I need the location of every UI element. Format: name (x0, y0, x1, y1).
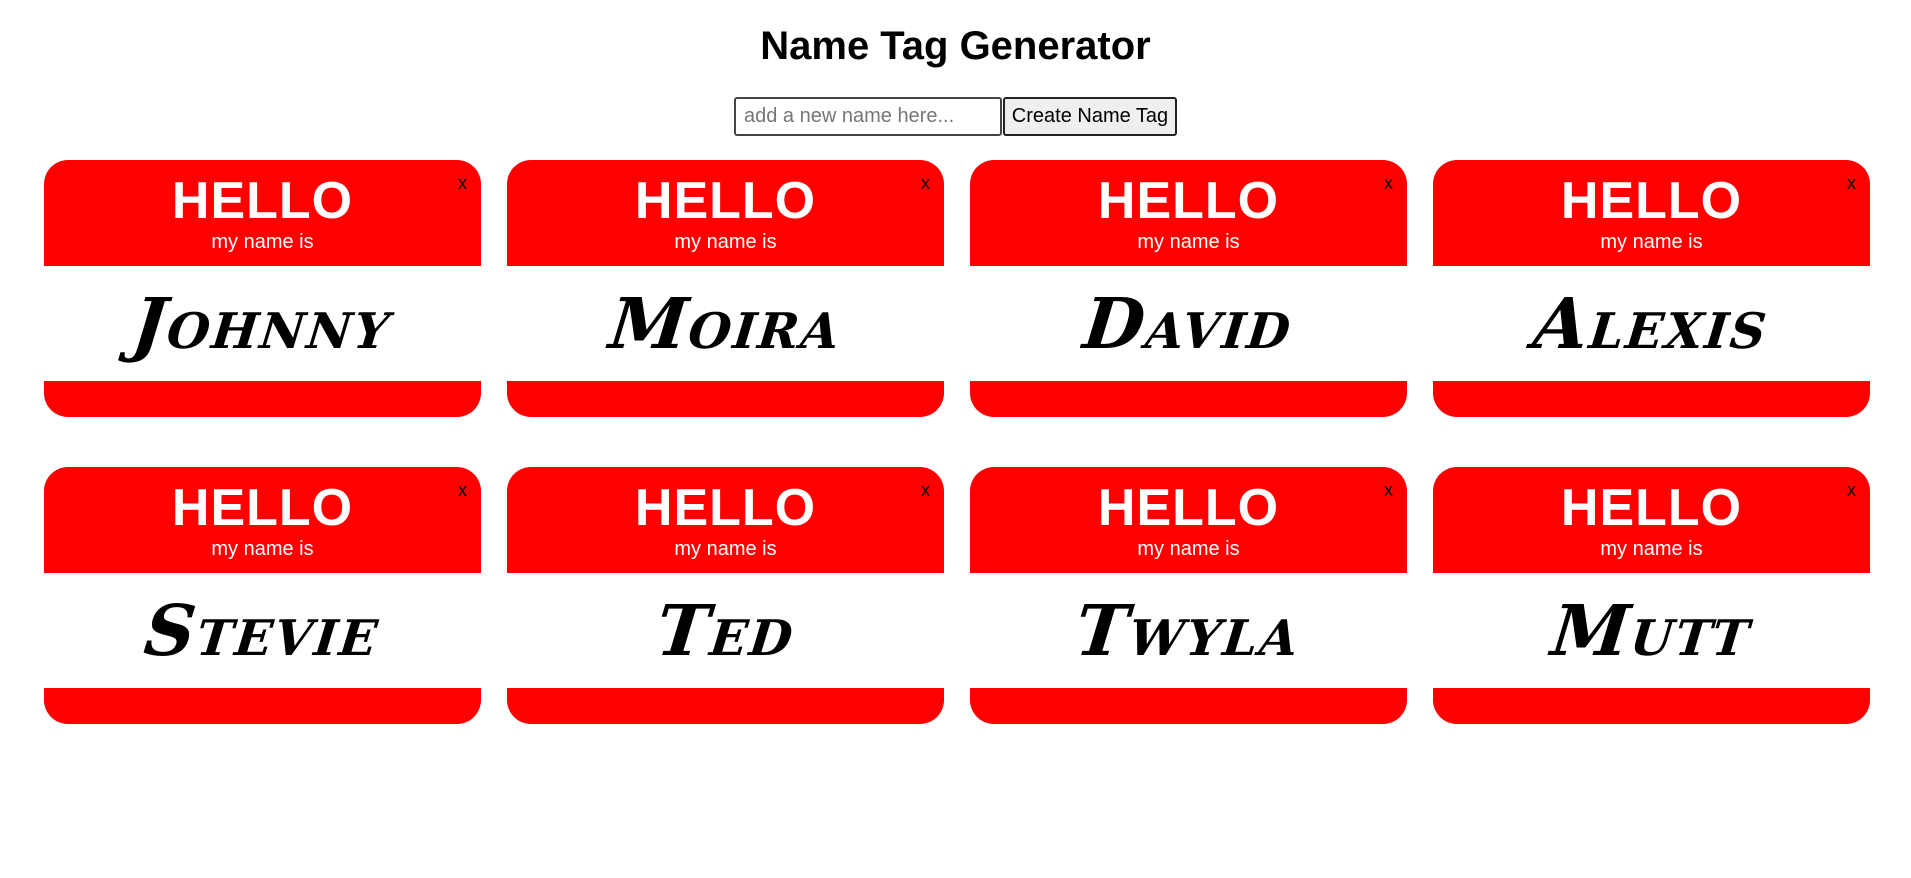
close-icon[interactable]: x (1384, 174, 1393, 192)
name-tag-header: HELLO my name is (507, 467, 944, 573)
name-tag-body: Mutt (1433, 573, 1870, 688)
name-tag-body: Moira (507, 266, 944, 381)
close-icon[interactable]: x (921, 481, 930, 499)
name-tag-name: Stevie (140, 589, 385, 672)
name-tag-body: Twyla (970, 573, 1407, 688)
name-tag-body: Ted (507, 573, 944, 688)
hello-text: HELLO (1560, 172, 1743, 230)
my-name-is-text: my name is (211, 538, 314, 560)
hello-text: HELLO (634, 479, 817, 537)
name-tag: HELLO my name is x Moira (507, 160, 944, 417)
hello-text: HELLO (1097, 172, 1280, 230)
name-tag: HELLO my name is x Johnny (44, 160, 481, 417)
name-tag-header: HELLO my name is (507, 160, 944, 266)
my-name-is-text: my name is (1600, 538, 1703, 560)
my-name-is-text: my name is (674, 538, 777, 560)
name-tag: HELLO my name is x Mutt (1433, 467, 1870, 724)
close-icon[interactable]: x (1384, 481, 1393, 499)
name-tag-name: Twyla (1071, 589, 1306, 672)
name-tag-header: HELLO my name is (1433, 160, 1870, 266)
name-tag-name: Ted (652, 589, 799, 672)
hello-text: HELLO (634, 172, 817, 230)
name-form: Create Name Tag (0, 97, 1911, 136)
name-tag-body: Stevie (44, 573, 481, 688)
create-name-tag-button[interactable]: Create Name Tag (1003, 97, 1177, 136)
name-tag-body: David (970, 266, 1407, 381)
name-tag: HELLO my name is x Twyla (970, 467, 1407, 724)
name-tag-name: Alexis (1529, 282, 1774, 365)
close-icon[interactable]: x (921, 174, 930, 192)
close-icon[interactable]: x (1847, 481, 1856, 499)
name-tag-name: Mutt (1547, 589, 1756, 672)
name-input[interactable] (734, 97, 1002, 136)
name-tag-header: HELLO my name is (44, 467, 481, 573)
page: Name Tag Generator Create Name Tag HELLO… (0, 0, 1911, 878)
name-tag-header: HELLO my name is (44, 160, 481, 266)
my-name-is-text: my name is (1600, 231, 1703, 253)
hello-text: HELLO (171, 172, 354, 230)
name-tag-name: Moira (605, 282, 846, 365)
close-icon[interactable]: x (458, 174, 467, 192)
name-tag-grid: HELLO my name is x Johnny HELLO my name … (44, 160, 1870, 724)
name-tag-name: Johnny (128, 282, 397, 365)
close-icon[interactable]: x (458, 481, 467, 499)
close-icon[interactable]: x (1847, 174, 1856, 192)
name-tag: HELLO my name is x Alexis (1433, 160, 1870, 417)
name-tag-body: Alexis (1433, 266, 1870, 381)
page-title: Name Tag Generator (760, 24, 1151, 68)
my-name-is-text: my name is (1137, 231, 1240, 253)
hello-text: HELLO (171, 479, 354, 537)
my-name-is-text: my name is (674, 231, 777, 253)
hello-text: HELLO (1097, 479, 1280, 537)
name-tag-body: Johnny (44, 266, 481, 381)
name-tag-header: HELLO my name is (970, 467, 1407, 573)
name-tag: HELLO my name is x Stevie (44, 467, 481, 724)
name-tag-name: David (1079, 282, 1298, 365)
name-tag: HELLO my name is x David (970, 160, 1407, 417)
name-tag-header: HELLO my name is (1433, 467, 1870, 573)
my-name-is-text: my name is (1137, 538, 1240, 560)
my-name-is-text: my name is (211, 231, 314, 253)
name-tag-header: HELLO my name is (970, 160, 1407, 266)
name-tag: HELLO my name is x Ted (507, 467, 944, 724)
hello-text: HELLO (1560, 479, 1743, 537)
